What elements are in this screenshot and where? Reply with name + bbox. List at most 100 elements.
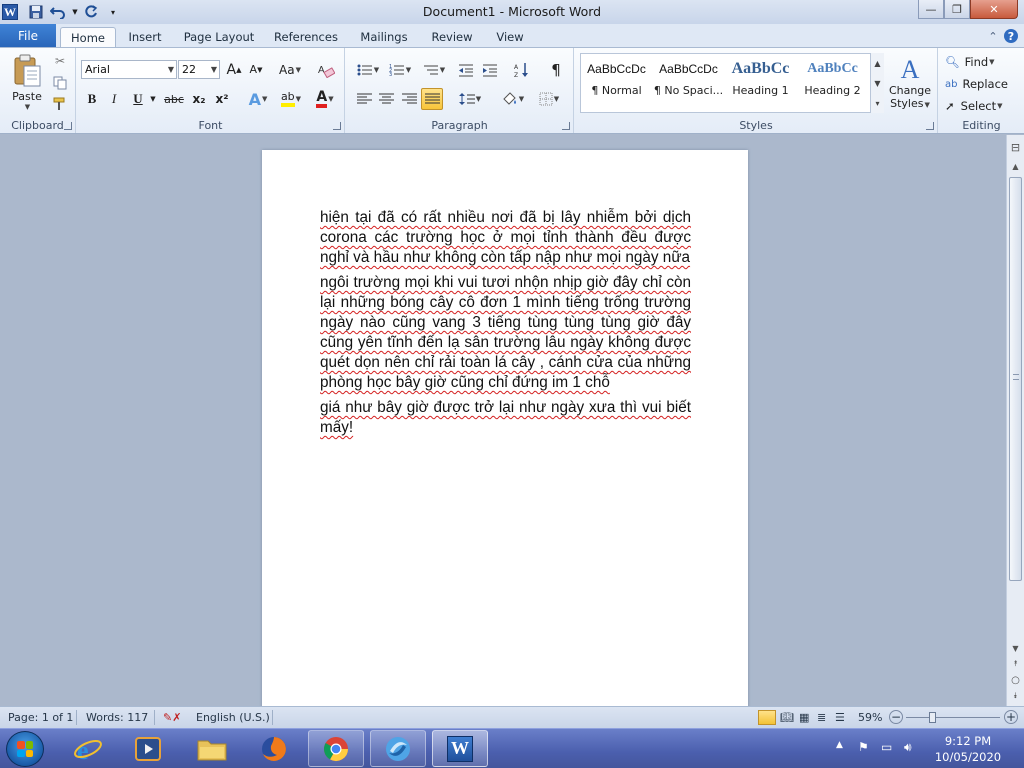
outline-view-icon[interactable]: ≣ bbox=[817, 711, 826, 724]
highlight-button[interactable]: ab ▼ bbox=[277, 89, 305, 109]
document-body[interactable]: hiện tại đã có rất nhiều nơi đã bị lây n… bbox=[320, 208, 691, 443]
restore-button[interactable]: ❐ bbox=[944, 0, 970, 19]
document-area[interactable]: hiện tại đã có rất nhiều nơi đã bị lây n… bbox=[0, 135, 1006, 706]
align-right-icon[interactable] bbox=[399, 89, 419, 109]
font-name-combo[interactable]: Arial ▼ bbox=[81, 60, 177, 79]
scroll-thumb[interactable] bbox=[1009, 177, 1022, 581]
scroll-up-arrow[interactable]: ▲ bbox=[1008, 159, 1023, 173]
web-layout-view-icon[interactable]: ▦ bbox=[799, 711, 809, 724]
taskbar-file-explorer[interactable] bbox=[184, 730, 240, 767]
style-heading-1[interactable]: AaBbCc Heading 1 bbox=[725, 54, 796, 110]
network-icon[interactable]: ▭ bbox=[881, 740, 892, 754]
draft-view-icon[interactable]: ☰ bbox=[835, 711, 845, 724]
document-page[interactable]: hiện tại đã có rất nhiều nơi đã bị lây n… bbox=[262, 150, 748, 706]
paragraph-1[interactable]: hiện tại đã có rất nhiều nơi đã bị lây n… bbox=[320, 208, 691, 268]
cut-icon[interactable]: ✂ bbox=[52, 53, 68, 69]
styles-launcher-icon[interactable] bbox=[926, 122, 934, 130]
action-center-flag-icon[interactable]: ⚑ bbox=[858, 740, 869, 754]
help-icon[interactable]: ? bbox=[1004, 29, 1018, 43]
taskbar-word[interactable]: W bbox=[432, 730, 488, 767]
bullets-button[interactable]: ▼ bbox=[354, 60, 382, 79]
zoom-level[interactable]: 59% bbox=[858, 711, 882, 724]
proofing-errors-icon[interactable]: ✎✗ bbox=[163, 711, 181, 724]
zoom-out-button[interactable]: − bbox=[889, 710, 903, 724]
borders-button[interactable]: ▼ bbox=[534, 89, 564, 109]
tab-file[interactable]: File bbox=[0, 24, 56, 47]
vertical-scrollbar[interactable]: ⊟ ▲ ▼ ⯭ ○ ⯯ bbox=[1006, 135, 1024, 706]
style-no-spacing[interactable]: AaBbCcDc ¶ No Spaci... bbox=[653, 54, 724, 110]
subscript-button[interactable]: x₂ bbox=[189, 89, 209, 109]
tab-insert[interactable]: Insert bbox=[120, 27, 170, 47]
shading-button[interactable]: ▼ bbox=[498, 89, 528, 109]
text-effects-button[interactable]: A ▼ bbox=[247, 89, 269, 109]
paragraph-3[interactable]: giá như bây giờ được trở lại như ngày xư… bbox=[320, 398, 691, 438]
align-center-icon[interactable] bbox=[376, 89, 396, 109]
find-button[interactable]: 🔍︎ Find ▼ bbox=[945, 53, 1021, 71]
taskbar-chrome[interactable] bbox=[308, 730, 364, 767]
style-normal[interactable]: AaBbCcDc ¶ Normal bbox=[581, 54, 652, 110]
taskbar-media-player[interactable] bbox=[120, 730, 176, 767]
styles-gallery-scroll[interactable]: ▲ ▼ ▾ bbox=[870, 53, 884, 113]
minimize-button[interactable]: — bbox=[918, 0, 944, 19]
clear-formatting-icon[interactable]: A bbox=[315, 60, 337, 79]
tab-review[interactable]: Review bbox=[424, 27, 480, 47]
increase-indent-icon[interactable] bbox=[480, 60, 500, 79]
tab-view[interactable]: View bbox=[488, 27, 532, 47]
ruler-toggle-icon[interactable]: ⊟ bbox=[1008, 139, 1023, 155]
tab-mailings[interactable]: Mailings bbox=[352, 27, 416, 47]
shrink-font-button[interactable]: A ▼ bbox=[247, 60, 265, 79]
clipboard-launcher-icon[interactable] bbox=[64, 122, 72, 130]
paragraph-2[interactable]: ngôi trường mọi khi vui tươi nhộn nhịp g… bbox=[320, 273, 691, 393]
font-launcher-icon[interactable] bbox=[333, 122, 341, 130]
word-count[interactable]: Words: 117 bbox=[86, 711, 148, 724]
taskbar-internet-explorer[interactable]: e bbox=[60, 730, 116, 767]
minimize-ribbon-icon[interactable]: ⌃ bbox=[986, 29, 1000, 43]
replace-button[interactable]: ab Replace bbox=[945, 75, 1021, 93]
numbering-button[interactable]: 1 2 3 ▼ bbox=[386, 60, 414, 79]
volume-icon[interactable]: 🔊︎ bbox=[904, 740, 912, 755]
sort-icon[interactable]: AZ bbox=[512, 60, 532, 79]
grow-font-button[interactable]: A ▲ bbox=[225, 60, 243, 79]
chevron-down-icon[interactable]: ▼ bbox=[874, 79, 880, 88]
system-clock[interactable]: 9:12 PM 10/05/2020 bbox=[928, 733, 1008, 765]
close-button[interactable]: ✕ bbox=[970, 0, 1018, 19]
tab-references[interactable]: References bbox=[268, 27, 344, 47]
underline-dropdown-icon[interactable]: ▼ bbox=[148, 89, 158, 109]
show-hide-marks-button[interactable]: ¶ bbox=[546, 60, 566, 79]
page-count[interactable]: Page: 1 of 1 bbox=[8, 711, 73, 724]
browse-object-icon[interactable]: ○ bbox=[1008, 673, 1023, 687]
style-heading-2[interactable]: AaBbCc Heading 2 bbox=[797, 54, 868, 110]
zoom-in-button[interactable]: + bbox=[1004, 710, 1018, 724]
more-styles-icon[interactable]: ▾ bbox=[875, 99, 879, 108]
bold-button[interactable]: B bbox=[83, 89, 101, 109]
tab-home[interactable]: Home bbox=[60, 27, 116, 47]
paragraph-launcher-icon[interactable] bbox=[562, 122, 570, 130]
scroll-down-arrow[interactable]: ▼ bbox=[1008, 641, 1023, 655]
align-left-icon[interactable] bbox=[354, 89, 374, 109]
tab-page-layout[interactable]: Page Layout bbox=[178, 27, 260, 47]
start-button[interactable] bbox=[6, 731, 44, 767]
underline-button[interactable]: U bbox=[129, 89, 147, 109]
copy-icon[interactable] bbox=[52, 75, 68, 91]
italic-button[interactable]: I bbox=[105, 89, 123, 109]
full-screen-reading-view-icon[interactable]: 📖︎ bbox=[780, 711, 794, 724]
multilevel-list-button[interactable]: ▼ bbox=[420, 60, 448, 79]
format-painter-icon[interactable] bbox=[52, 96, 68, 112]
taskbar-firefox[interactable] bbox=[246, 730, 302, 767]
taskbar-app[interactable] bbox=[370, 730, 426, 767]
previous-page-icon[interactable]: ⯭ bbox=[1008, 657, 1023, 671]
line-spacing-button[interactable]: ▼ bbox=[456, 89, 484, 109]
change-case-button[interactable]: Aa ▼ bbox=[277, 60, 303, 79]
next-page-icon[interactable]: ⯯ bbox=[1008, 689, 1023, 703]
select-button[interactable]: ➚ Select ▼ bbox=[945, 97, 1021, 115]
print-layout-view-icon[interactable] bbox=[758, 710, 776, 725]
decrease-indent-icon[interactable] bbox=[456, 60, 476, 79]
language-indicator[interactable]: English (U.S.) bbox=[196, 711, 270, 724]
paste-button[interactable]: Paste ▼ bbox=[8, 52, 46, 112]
chevron-up-icon[interactable]: ▲ bbox=[874, 59, 880, 68]
strikethrough-button[interactable]: abc bbox=[162, 89, 186, 109]
change-styles-button[interactable]: A Change Styles▼ bbox=[887, 52, 933, 114]
zoom-slider-thumb[interactable] bbox=[929, 712, 936, 723]
justify-button[interactable] bbox=[421, 88, 443, 110]
superscript-button[interactable]: x² bbox=[212, 89, 232, 109]
